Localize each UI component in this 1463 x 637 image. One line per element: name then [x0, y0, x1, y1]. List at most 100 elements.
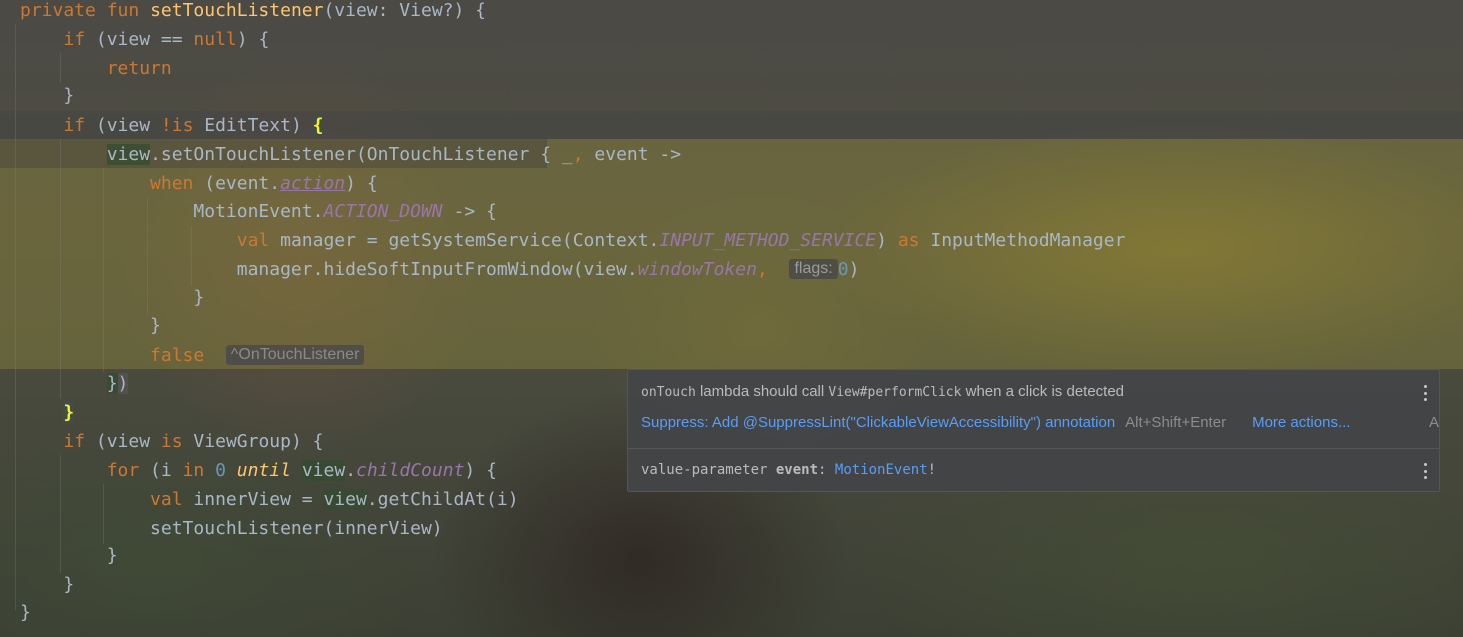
- code-line[interactable]: when (event.action) {: [20, 169, 378, 198]
- keyword: val: [150, 489, 183, 510]
- matched-brace: }: [63, 402, 75, 423]
- code-text: manager.hideSoftInputFromWindow(view.: [236, 259, 638, 280]
- code-line[interactable]: if (view !is EditText) {: [20, 111, 324, 140]
- keyword: if: [63, 431, 86, 452]
- matched-brace: {: [312, 115, 324, 136]
- code-line[interactable]: if (view is ViewGroup) {: [20, 427, 323, 456]
- code-text: view: [106, 144, 151, 165]
- code-line[interactable]: val manager = getSystemService(Context.I…: [20, 226, 1126, 255]
- code-line[interactable]: private fun setTouchListener(view: View?…: [20, 0, 486, 25]
- keyword: if: [63, 29, 86, 50]
- code-text: manager = getSystemService(Context.: [269, 230, 660, 251]
- code-line[interactable]: }: [20, 598, 31, 627]
- keyword: when: [150, 173, 194, 194]
- code-text: (view: View?) {: [323, 0, 487, 21]
- code-text: (i: [139, 460, 183, 481]
- keyword: null: [193, 29, 237, 50]
- code-text: }: [106, 545, 118, 566]
- code-text: ) {: [464, 460, 497, 481]
- more-options-icon[interactable]: [1423, 385, 1427, 401]
- code-line[interactable]: }: [20, 311, 161, 340]
- code-text: .: [345, 460, 357, 481]
- keyword: is: [160, 431, 183, 452]
- code-text: setTouchListener(innerView): [150, 518, 443, 539]
- code-line[interactable]: }): [20, 369, 129, 398]
- more-options-icon[interactable]: [1423, 463, 1427, 479]
- code-line[interactable]: val innerView = view.getChildAt(i): [20, 485, 519, 514]
- code-line[interactable]: }: [20, 398, 75, 427]
- parameter-hint: flags:: [789, 259, 838, 279]
- code-text: ): [848, 259, 860, 280]
- param-type-link[interactable]: MotionEvent: [835, 462, 928, 478]
- suppress-lint-action[interactable]: Suppress: Add @SuppressLint("ClickableVi…: [641, 414, 1115, 431]
- keyword: if: [63, 115, 86, 136]
- property: action: [280, 173, 346, 194]
- code-text: }: [20, 602, 31, 623]
- code-text: (view: [85, 115, 161, 136]
- code-text: ,: [756, 259, 768, 280]
- constant: INPUT_METHOD_SERVICE: [659, 230, 877, 251]
- code-text: view: [323, 489, 367, 510]
- inspection-text: when a click is detected: [961, 383, 1125, 400]
- param-kind: value-parameter: [641, 462, 768, 478]
- code-text: -> {: [442, 201, 497, 222]
- infix-function: until: [236, 460, 291, 481]
- code-line[interactable]: }: [20, 570, 74, 599]
- code-line[interactable]: }: [20, 81, 74, 110]
- more-actions-link[interactable]: More actions...: [1252, 414, 1350, 431]
- keyword: val: [236, 230, 270, 251]
- code-line[interactable]: for (i in 0 until view.childCount) {: [20, 456, 497, 485]
- keyword: as: [897, 230, 920, 251]
- code-text: (view ==: [85, 29, 194, 50]
- keyword: private: [20, 0, 96, 21]
- keyword: fun: [106, 0, 140, 21]
- keyword: false: [150, 345, 205, 366]
- code-text: }: [63, 85, 75, 106]
- return-hint: ^OnTouchListener: [225, 345, 365, 365]
- shortcut-label: Alt+Shift+Enter: [1125, 414, 1227, 431]
- code-text: InputMethodManager: [919, 230, 1126, 251]
- code-text: EditText): [193, 115, 313, 136]
- code-text: .setOnTouchListener(OnTouchListener: [150, 144, 541, 165]
- function-name: setTouchListener: [150, 0, 324, 21]
- code-line[interactable]: manager.hideSoftInputFromWindow(view.win…: [20, 255, 859, 284]
- code-line[interactable]: return: [20, 54, 172, 83]
- constant: ACTION_DOWN: [323, 201, 443, 222]
- code-text: }: [63, 574, 75, 595]
- code-text: ): [876, 230, 898, 251]
- code-text: view: [301, 460, 346, 481]
- code-line[interactable]: view.setOnTouchListener(OnTouchListener …: [20, 140, 681, 169]
- code-text: {: [540, 144, 552, 165]
- code-line[interactable]: MotionEvent.ACTION_DOWN -> {: [20, 197, 497, 226]
- keyword: return: [106, 58, 172, 79]
- code-text: event ->: [583, 144, 682, 165]
- code-line[interactable]: if (view == null) {: [20, 25, 269, 54]
- code-text: MotionEvent.: [193, 201, 324, 222]
- inspection-popup[interactable]: onTouch lambda should call View#performC…: [627, 369, 1440, 492]
- parameter-info: value-parameter event: MotionEvent!: [641, 462, 936, 478]
- inspection-text: lambda should call: [695, 383, 829, 400]
- indent-guide: [15, 24, 16, 610]
- code-text: (event.: [193, 173, 281, 194]
- clipped-text: A: [1428, 414, 1439, 431]
- param-colon: :: [818, 462, 827, 478]
- inspection-code: onTouch: [641, 385, 696, 400]
- code-text: ViewGroup) {: [182, 431, 324, 452]
- code-text: ) {: [236, 29, 270, 50]
- code-text: innerView =: [182, 489, 324, 510]
- code-text: _: [551, 144, 573, 165]
- code-line[interactable]: setTouchListener(innerView): [20, 514, 443, 543]
- quick-fix-row: Suppress: Add @SuppressLint("ClickableVi…: [641, 414, 1350, 431]
- code-text: }: [150, 315, 161, 336]
- code-text: ) {: [345, 173, 378, 194]
- inspection-message: onTouch lambda should call View#performC…: [641, 383, 1124, 400]
- code-line[interactable]: false ^OnTouchListener: [20, 341, 365, 370]
- keyword: !is: [160, 115, 194, 136]
- inspection-code: View#performClick: [828, 385, 962, 400]
- popup-divider: [628, 448, 1439, 449]
- number: 0: [215, 460, 226, 481]
- code-text: ): [117, 373, 129, 394]
- code-line[interactable]: }: [20, 283, 204, 312]
- code-line[interactable]: }: [20, 541, 118, 570]
- code-text: }: [193, 287, 205, 308]
